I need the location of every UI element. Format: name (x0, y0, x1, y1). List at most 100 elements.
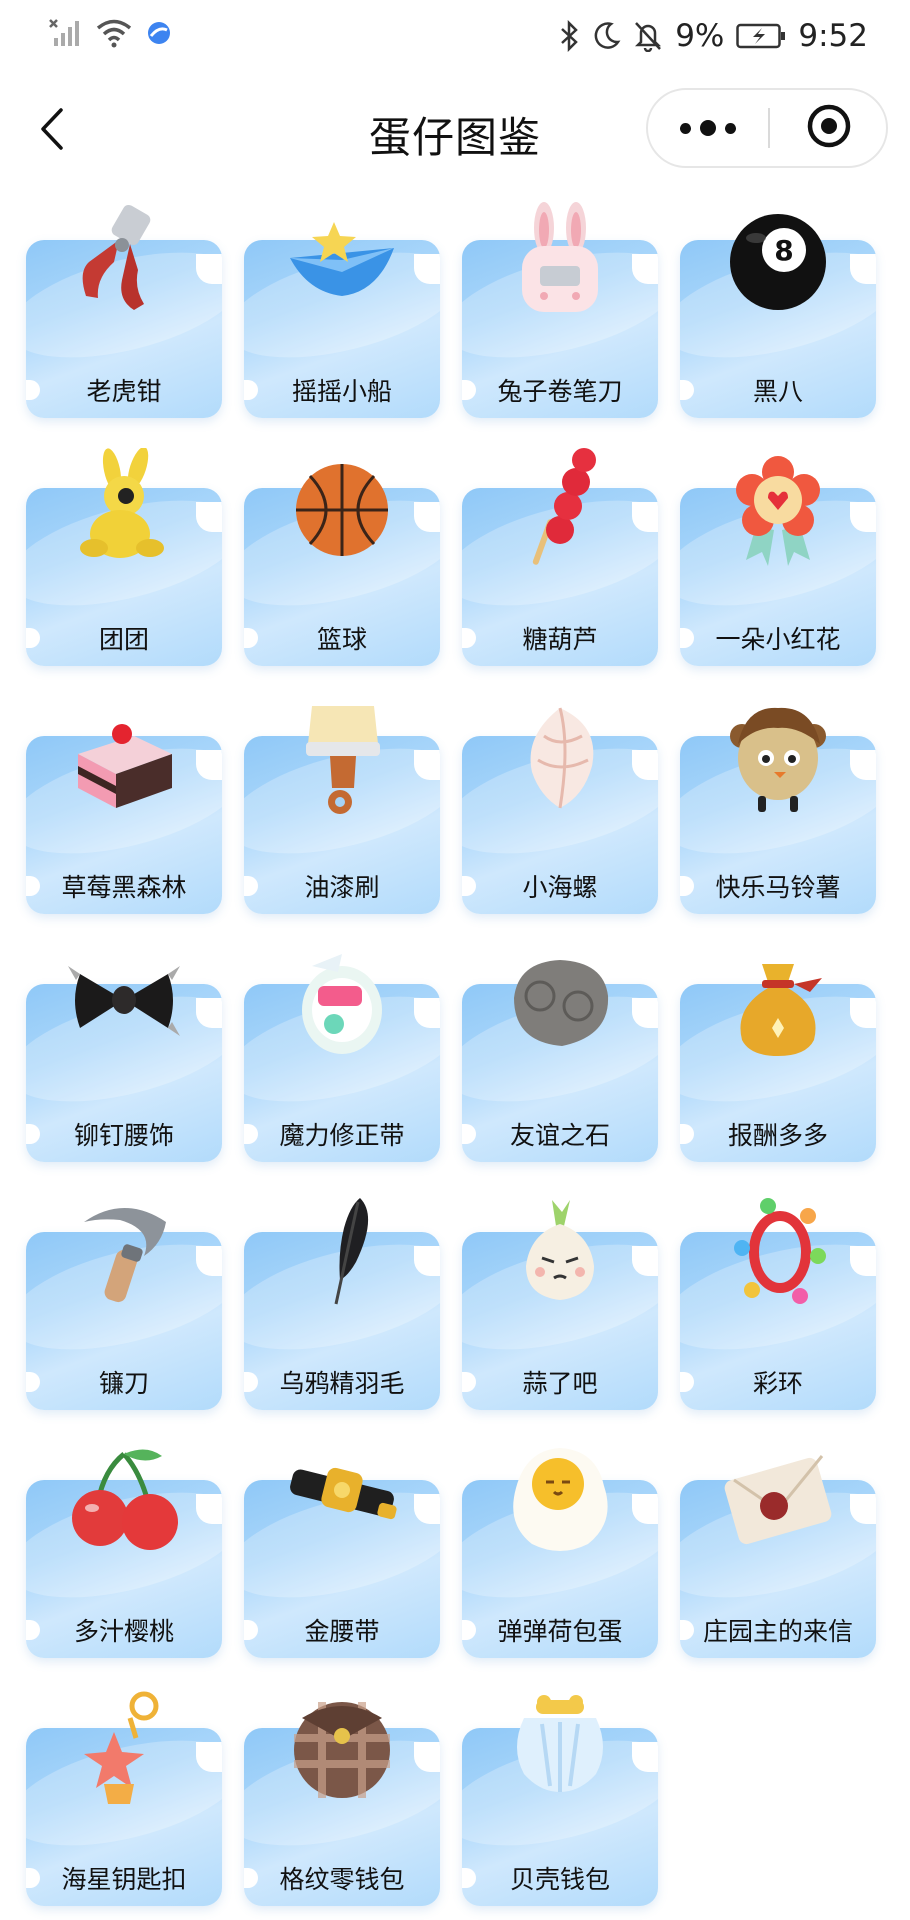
item-label: 蒜了吧 (522, 1369, 598, 1398)
wifi-icon (96, 18, 132, 48)
browser-icon (146, 20, 172, 46)
item-label: 乌鸦精羽毛 (279, 1369, 405, 1398)
item-card[interactable]: 篮球 (244, 448, 440, 668)
item-card[interactable]: 庄园主的来信 (680, 1440, 876, 1660)
item-label: 快乐马铃薯 (715, 873, 841, 902)
item-label: 老虎钳 (86, 377, 162, 406)
plaid-purse-icon (282, 1688, 402, 1808)
correction-tape-icon (282, 944, 402, 1064)
battery-percent: 9% (675, 18, 725, 54)
item-card[interactable]: 海星钥匙扣 (26, 1688, 222, 1908)
item-label: 铆钉腰饰 (73, 1121, 174, 1150)
item-label: 油漆刷 (304, 873, 380, 902)
item-label: 庄园主的来信 (702, 1617, 853, 1646)
item-card[interactable]: 报酬多多 (680, 944, 876, 1164)
item-card[interactable]: 蒜了吧 (462, 1192, 658, 1412)
item-label: 兔子卷笔刀 (497, 377, 623, 406)
item-label: 弹弹荷包蛋 (497, 1617, 623, 1646)
color-ring-icon (718, 1192, 838, 1312)
target-close-icon (806, 103, 852, 153)
item-card[interactable]: 多汁樱桃 (26, 1440, 222, 1660)
fried-egg-icon (500, 1440, 620, 1560)
feather-icon (282, 1192, 402, 1312)
battery-charging-icon (736, 22, 786, 50)
potato-icon (718, 696, 838, 816)
item-label: 篮球 (316, 625, 367, 654)
eight-ball-icon: 8 (718, 200, 838, 320)
more-dot-mid (700, 120, 716, 136)
item-card[interactable]: 快乐马铃薯 (680, 696, 876, 916)
item-card[interactable]: 魔力修正带 (244, 944, 440, 1164)
item-card[interactable]: 格纹零钱包 (244, 1688, 440, 1908)
rabbit-sharpener-icon (500, 200, 620, 320)
item-card[interactable]: 草莓黑森林 (26, 696, 222, 916)
item-label: 格纹零钱包 (279, 1865, 405, 1894)
item-card[interactable]: 金腰带 (244, 1440, 440, 1660)
stone-icon (500, 944, 620, 1064)
item-card[interactable]: 团团 (26, 448, 222, 668)
item-card[interactable]: 铆钉腰饰 (26, 944, 222, 1164)
bluetooth-icon (559, 20, 581, 52)
cherry-icon (64, 1440, 184, 1560)
more-dots-icon (680, 122, 691, 134)
basketball-icon (282, 448, 402, 568)
item-card[interactable]: 糖葫芦 (462, 448, 658, 668)
item-card[interactable]: 兔子卷笔刀 (462, 200, 658, 420)
item-card[interactable]: 友谊之石 (462, 944, 658, 1164)
paper-boat-icon (282, 200, 402, 320)
item-card[interactable]: 8 黑八 (680, 200, 876, 420)
more-button[interactable] (648, 90, 768, 166)
item-card[interactable]: 彩环 (680, 1192, 876, 1412)
item-label: 海星钥匙扣 (61, 1865, 187, 1894)
no-signal-icon (48, 18, 82, 48)
status-left (48, 18, 172, 48)
candied-haws-icon (500, 448, 620, 568)
sickle-icon (64, 1192, 184, 1312)
item-label: 彩环 (752, 1369, 803, 1398)
yellow-bunny-icon (64, 448, 184, 568)
cake-icon (64, 696, 184, 816)
money-bag-icon (718, 944, 838, 1064)
red-flower-badge-icon (718, 448, 838, 568)
status-bar: 9% 9:52 (0, 0, 910, 76)
item-label: 草莓黑森林 (61, 873, 187, 902)
paintbrush-icon (282, 696, 402, 816)
gold-belt-icon (282, 1440, 402, 1560)
item-card[interactable]: 贝壳钱包 (462, 1688, 658, 1908)
item-label: 小海螺 (522, 873, 598, 902)
item-label: 友谊之石 (509, 1121, 610, 1150)
item-label: 镰刀 (98, 1369, 149, 1398)
item-card[interactable]: 镰刀 (26, 1192, 222, 1412)
item-card[interactable]: 老虎钳 (26, 200, 222, 420)
item-label: 糖葫芦 (522, 625, 598, 654)
more-dot-right (725, 122, 736, 134)
svg-text:8: 8 (774, 234, 793, 267)
item-label: 金腰带 (304, 1617, 380, 1646)
item-label: 一朵小红花 (715, 625, 841, 654)
garlic-icon (500, 1192, 620, 1312)
item-label: 报酬多多 (727, 1121, 828, 1150)
item-label: 贝壳钱包 (509, 1865, 610, 1894)
item-card[interactable]: 摇摇小船 (244, 200, 440, 420)
muted-bell-icon (633, 20, 663, 52)
moon-icon (593, 21, 621, 51)
item-label: 多汁樱桃 (73, 1617, 174, 1646)
close-button[interactable] (770, 90, 888, 166)
shell-purse-icon (500, 1688, 620, 1808)
item-card[interactable]: 一朵小红花 (680, 448, 876, 668)
letter-icon (718, 1440, 838, 1560)
item-label: 摇摇小船 (291, 377, 392, 406)
item-card[interactable]: 油漆刷 (244, 696, 440, 916)
status-right: 9% 9:52 (559, 18, 868, 54)
mini-program-capsule (646, 88, 888, 168)
item-card[interactable]: 乌鸦精羽毛 (244, 1192, 440, 1412)
seashell-icon (500, 696, 620, 816)
item-card[interactable]: 小海螺 (462, 696, 658, 916)
item-label: 魔力修正带 (279, 1121, 405, 1150)
bow-icon (64, 944, 184, 1064)
clock: 9:52 (798, 18, 868, 54)
starfish-keychain-icon (64, 1688, 184, 1808)
nav-bar: 蛋仔图鉴 (0, 76, 910, 186)
item-card[interactable]: 弹弹荷包蛋 (462, 1440, 658, 1660)
pliers-icon (64, 200, 184, 320)
